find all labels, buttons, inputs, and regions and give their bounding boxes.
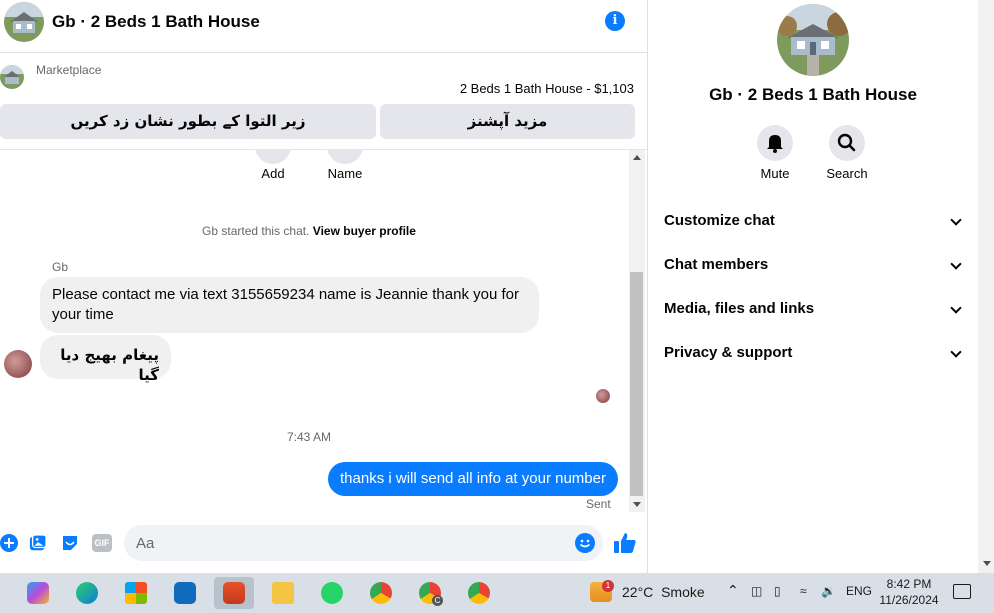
search-button[interactable]	[829, 125, 865, 161]
view-buyer-profile-link[interactable]: View buyer profile	[313, 224, 416, 238]
media-files-links-section[interactable]: Media, files and links	[664, 300, 962, 324]
messenger-window: Gb · 2 Beds 1 Bath House i Marketplace 2…	[0, 0, 994, 573]
language-indicator[interactable]: ENG	[846, 584, 872, 598]
active-app-taskbar-button[interactable]	[214, 577, 254, 609]
more-options-button[interactable]: مزید آپشنز	[380, 104, 635, 139]
listing-avatar[interactable]	[4, 2, 44, 42]
customize-chat-section[interactable]: Customize chat	[664, 212, 962, 236]
chrome-taskbar-button[interactable]	[361, 577, 401, 609]
chrome-profile-badge: C	[432, 595, 443, 606]
chat-header: Gb · 2 Beds 1 Bath House i	[0, 0, 647, 53]
section-label: Customize chat	[664, 212, 775, 229]
emoji-icon[interactable]	[575, 533, 595, 553]
copilot-taskbar-button[interactable]	[18, 577, 58, 609]
chevron-down-icon	[950, 346, 962, 358]
section-label: Privacy & support	[664, 344, 793, 361]
started-text: Gb started this chat.	[202, 224, 310, 238]
add-label: Add	[261, 166, 285, 181]
outgoing-message[interactable]: thanks i will send all info at your numb…	[328, 462, 618, 496]
scroll-down-arrow-icon[interactable]	[633, 502, 641, 507]
folder-icon	[272, 582, 294, 604]
search-icon	[837, 133, 856, 152]
sticker-icon[interactable]	[61, 534, 79, 552]
weather-alert-badge: 1	[602, 580, 614, 592]
plus-circle-icon[interactable]	[0, 534, 18, 552]
profile-avatar[interactable]	[777, 4, 849, 76]
store-taskbar-button[interactable]	[116, 577, 156, 609]
marketplace-label: Marketplace	[36, 63, 102, 77]
mute-label: Mute	[760, 166, 790, 181]
marketplace-listing-card: Marketplace 2 Beds 1 Bath House - $1,103…	[0, 54, 647, 150]
conversation-pane: Gb · 2 Beds 1 Bath House i Marketplace 2…	[0, 0, 648, 573]
volume-icon[interactable]: 🔉	[821, 584, 836, 598]
name-label: Name	[327, 166, 363, 181]
copilot-icon	[27, 582, 49, 604]
message-list: Add Name Gb started this chat. View buye…	[0, 150, 628, 512]
edge-taskbar-button[interactable]	[67, 577, 107, 609]
bell-icon	[767, 135, 783, 153]
thumbs-up-icon[interactable]	[613, 531, 637, 555]
chat-started-note: Gb started this chat. View buyer profile	[0, 224, 618, 238]
mute-button[interactable]	[757, 125, 793, 161]
add-people-button[interactable]	[255, 150, 291, 164]
whatsapp-icon	[321, 582, 343, 604]
listing-actions: زیر التوا کے بطور نشان زد کریں مزید آپشن…	[0, 104, 647, 139]
edge-icon	[76, 582, 98, 604]
show-hidden-icons-chevron-up-icon[interactable]: ⌃	[727, 582, 739, 599]
weather-desc: Smoke	[661, 584, 705, 600]
search-label: Search	[826, 166, 868, 181]
mark-pending-button[interactable]: زیر التوا کے بطور نشان زد کریں	[0, 104, 376, 139]
photo-icon[interactable]	[29, 534, 47, 552]
incoming-message[interactable]: Please contact me via text 3155659234 na…	[40, 277, 539, 333]
message-timestamp: 7:43 AM	[286, 430, 332, 444]
message-input[interactable]	[124, 525, 603, 561]
chrome-profile2-taskbar-button[interactable]	[459, 577, 499, 609]
weather-text: 22°C Smoke	[622, 584, 705, 600]
privacy-support-section[interactable]: Privacy & support	[664, 344, 962, 368]
info-icon[interactable]: i	[605, 11, 625, 31]
file-explorer-taskbar-button[interactable]	[263, 577, 303, 609]
taskbar: C 1 22°C Smoke ⌃ ◫ ▯ ≈ 🔉 ENG 8:42 PM 11/…	[0, 573, 994, 613]
chevron-down-icon	[950, 214, 962, 226]
incoming-message[interactable]: پیغام بھیج دیا گیا	[40, 335, 171, 384]
chevron-down-icon	[950, 302, 962, 314]
store-icon	[125, 582, 147, 604]
page-scrollbar[interactable]	[978, 0, 994, 573]
scroll-up-arrow-icon[interactable]	[633, 155, 641, 160]
chevron-down-icon	[950, 258, 962, 270]
battery-icon[interactable]: ▯	[774, 584, 781, 598]
taskbar-clock[interactable]: 8:42 PM 11/26/2024	[873, 576, 945, 608]
chrome-profile2-icon	[468, 582, 490, 604]
wifi-icon[interactable]: ≈	[800, 584, 807, 598]
whatsapp-taskbar-button[interactable]	[312, 577, 352, 609]
gif-icon[interactable]: GIF	[92, 534, 112, 552]
weather-temp: 22°C	[622, 584, 654, 600]
profile-name: Gb · 2 Beds 1 Bath House	[709, 85, 917, 104]
chrome-profile-taskbar-button[interactable]: C	[410, 577, 450, 609]
clock-time: 8:42 PM	[886, 577, 932, 591]
notification-center-icon[interactable]	[953, 584, 971, 599]
name-chat-button[interactable]	[327, 150, 363, 164]
listing-title[interactable]: 2 Beds 1 Bath House - $1,103	[460, 81, 634, 96]
scrollbar-thumb[interactable]	[630, 272, 643, 496]
listing-thumbnail[interactable]	[0, 65, 24, 89]
section-label: Media, files and links	[664, 300, 815, 317]
app-icon	[223, 582, 245, 604]
outlook-icon	[174, 582, 196, 604]
conversation-info-pane: Gb · 2 Beds 1 Bath House Mute Search Cus…	[648, 0, 978, 573]
chat-title[interactable]: Gb · 2 Beds 1 Bath House	[52, 12, 260, 32]
clock-date: 11/26/2024	[879, 593, 939, 607]
sent-status: Sent	[586, 497, 611, 511]
sender-name: Gb	[52, 260, 69, 274]
composer: GIF	[0, 520, 647, 566]
chrome-icon	[370, 582, 392, 604]
outlook-taskbar-button[interactable]	[165, 577, 205, 609]
chat-members-section[interactable]: Chat members	[664, 256, 962, 280]
meet-icon[interactable]: ◫	[751, 584, 762, 598]
section-label: Chat members	[664, 256, 769, 273]
page-scroll-down-icon[interactable]	[983, 561, 991, 566]
read-receipt-avatar	[596, 389, 610, 403]
sender-avatar[interactable]	[4, 350, 32, 378]
